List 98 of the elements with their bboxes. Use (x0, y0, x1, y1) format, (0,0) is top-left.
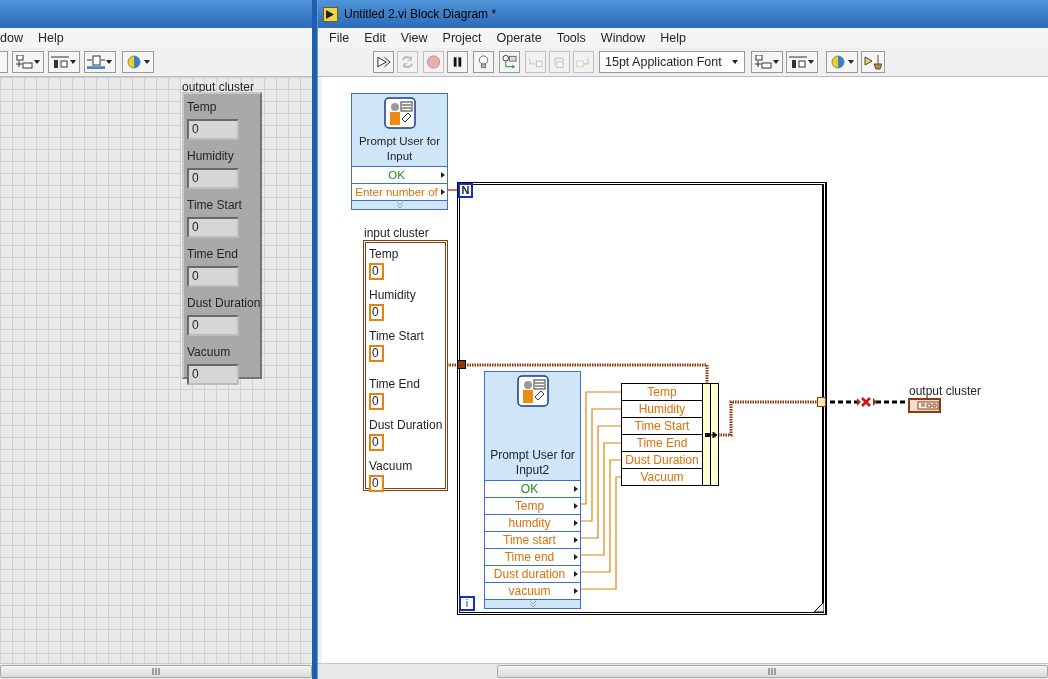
reorder-button[interactable] (122, 51, 154, 73)
loop-tunnel[interactable] (457, 360, 466, 369)
prompt-dialog-icon (383, 97, 416, 129)
resize-objects-button[interactable] (84, 51, 116, 73)
highlight-execution-button[interactable] (473, 51, 494, 73)
caret-icon (106, 59, 113, 65)
distribute-objects-button[interactable] (48, 51, 80, 73)
caret-icon (70, 59, 77, 65)
input-cluster-constant[interactable]: Temp 0 Humidity 0 Time Start 0 Time End 0 Dust Duration 0 Vacuum 0 (363, 240, 448, 491)
caret-icon (808, 59, 815, 65)
scrollbar-grip-icon (768, 668, 777, 675)
menu-item[interactable]: Operate (496, 28, 542, 48)
field-label: Time End (369, 376, 421, 393)
output-terminal[interactable]: OK (485, 480, 580, 497)
field-label: Humidity (369, 287, 417, 304)
loop-tunnel[interactable] (817, 397, 826, 407)
distribute-objects-icon (789, 55, 807, 69)
step-out-icon (576, 54, 591, 70)
field-label: Temp (187, 99, 218, 116)
resize-objects-icon (87, 55, 105, 69)
app-icon (323, 6, 338, 22)
menu-item[interactable]: View (400, 28, 428, 48)
caret-icon (773, 59, 780, 65)
run-button[interactable] (373, 51, 394, 73)
node-title: Prompt User for Input (357, 134, 442, 164)
reorder-icon (125, 55, 143, 69)
align-objects-icon (15, 55, 33, 69)
numeric-indicator: 0 (187, 217, 239, 238)
output-terminal[interactable]: OK (352, 166, 447, 183)
numeric-indicator: 0 (187, 364, 239, 385)
field-label: Dust Duration (369, 417, 442, 434)
terminal-label: output cluster (909, 383, 982, 400)
menu-item[interactable]: Window (600, 28, 646, 48)
iteration-terminal[interactable]: i (459, 596, 475, 611)
numeric-indicator: 0 (187, 119, 239, 140)
horizontal-scrollbar[interactable] (318, 663, 1048, 679)
caret-icon (144, 59, 151, 65)
reorder-button[interactable] (826, 51, 858, 73)
cluster-label: input cluster (364, 225, 429, 242)
numeric-indicator: 0 (187, 315, 239, 336)
cluster-label: output cluster (182, 79, 255, 96)
retain-wire-values-button[interactable] (499, 51, 520, 73)
reorder-icon (829, 55, 847, 69)
numeric-constant[interactable]: 0 (369, 434, 384, 451)
field-label: Time End (187, 246, 239, 263)
numeric-indicator: 0 (187, 168, 239, 189)
broken-wire[interactable] (828, 396, 907, 408)
menu-item[interactable]: Tools (556, 28, 586, 48)
field-label: Temp (369, 246, 400, 263)
cluster-indicator-terminal[interactable] (908, 398, 941, 413)
cluster-wire[interactable] (718, 400, 818, 437)
express-vi-node[interactable]: Prompt User for Input2 OK Temp humdity Time start Time end Dust duration vacuum (484, 371, 581, 609)
distribute-objects-icon (51, 55, 69, 69)
broom-icon (864, 54, 882, 70)
menu-item[interactable]: File (329, 28, 350, 48)
caret-icon (34, 59, 41, 65)
resize-corner-icon (814, 602, 824, 612)
numeric-constant[interactable]: 0 (369, 475, 384, 492)
numeric-constant[interactable]: 0 (369, 263, 384, 280)
express-vi-node[interactable]: Prompt User for Input OK Enter number of (351, 93, 448, 210)
cluster-wire[interactable] (447, 363, 709, 384)
numeric-constant[interactable]: 0 (369, 393, 384, 410)
numeric-indicator: 0 (187, 266, 239, 287)
scrollbar-grip-icon (151, 668, 161, 675)
retain-wire-values-icon (502, 54, 517, 70)
window-title: Untitled 2.vi Block Diagram * (344, 6, 497, 23)
numeric-constant[interactable]: 0 (369, 345, 384, 362)
clean-up-diagram-button[interactable] (861, 51, 885, 73)
align-objects-button[interactable] (12, 51, 44, 73)
run-continuously-icon (400, 54, 415, 70)
field-label: Vacuum (187, 344, 232, 361)
numeric-constant[interactable]: 0 (369, 304, 384, 321)
horizontal-scrollbar[interactable] (0, 663, 312, 679)
caret-icon (848, 59, 855, 65)
prompt-dialog-icon (516, 375, 549, 407)
node-title: Prompt User for Input2 (489, 448, 576, 478)
highlight-execution-icon (476, 54, 491, 70)
distribute-objects-button[interactable] (786, 51, 818, 73)
field-label: Time Start (187, 197, 243, 214)
menu-item[interactable]: Help (660, 28, 687, 48)
wire[interactable] (446, 189, 459, 191)
run-icon (376, 54, 391, 70)
count-terminal[interactable]: N (458, 183, 473, 198)
bundle-arrow-icon (705, 432, 717, 438)
align-objects-button[interactable] (751, 51, 783, 73)
menu-item[interactable]: Help (37, 28, 64, 48)
expand-chevron-icon (395, 201, 404, 209)
field-label: Vacuum (369, 458, 414, 475)
menu-item[interactable]: Edit (364, 28, 386, 48)
abort-icon (426, 54, 441, 70)
align-objects-icon (754, 55, 772, 69)
font-dropdown[interactable]: 15pt Application Font (599, 51, 745, 73)
menu-item[interactable]: dow (0, 28, 23, 48)
expand-chevron-icon (528, 600, 537, 608)
field-label: Humidity (187, 148, 235, 165)
pause-button[interactable] (447, 51, 468, 73)
menu-item[interactable]: Project (442, 28, 482, 48)
field-label: Time Start (369, 328, 425, 345)
